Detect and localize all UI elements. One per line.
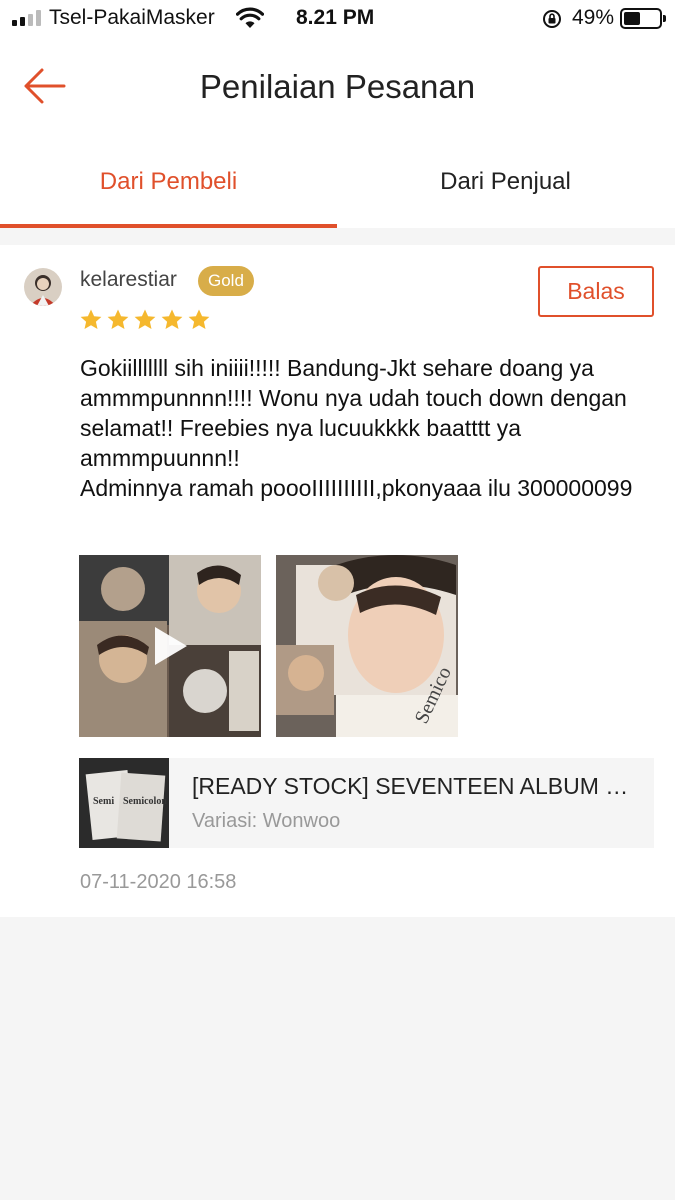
svg-text:Semicolon: Semicolon [123,796,167,807]
tab-dari-penjual[interactable]: Dari Penjual [337,138,674,228]
battery-percent: 49% [572,6,615,29]
tab-label: Dari Penjual [440,168,571,195]
header: Penilaian Pesanan [0,38,675,138]
star-icon [107,309,129,329]
review-date: 07-11-2020 16:58 [80,871,237,893]
review-video-thumbnail[interactable] [79,555,261,737]
tab-dari-pembeli[interactable]: Dari Pembeli [0,138,337,228]
status-time: 8.21 PM [296,6,375,29]
tab-label: Dari Pembeli [99,168,238,195]
reviewer-username: kelarestiar [80,268,177,291]
star-icon [161,309,183,329]
status-bar: Tsel-PakaiMasker 8.21 PM 49% [0,0,675,38]
star-icon [80,309,102,329]
avatar[interactable] [24,268,62,306]
star-icon [134,309,156,329]
product-variant: Variasi: Wonwoo [192,810,341,832]
svg-text:Semi: Semi [93,796,114,807]
review-photo-thumbnail[interactable]: Semico [276,555,458,737]
rotation-lock-icon [543,10,561,28]
battery-icon [620,8,666,29]
product-link[interactable]: Semi Semicolon [READY STOCK] SEVENTEEN A… [79,758,654,848]
star-icon [188,309,210,329]
review-card: kelarestiar Gold Balas Gokiilllllll sih … [0,245,675,917]
product-image: Semi Semicolon [79,758,169,848]
reply-button[interactable]: Balas [538,266,654,317]
review-text: Gokiilllllll sih iniiii!!!!! Bandung-Jkt… [80,355,633,501]
star-rating [79,308,211,332]
review-photo-image: Semico [276,555,458,737]
active-tab-indicator [0,224,337,228]
membership-badge: Gold [198,266,254,296]
page-title: Penilaian Pesanan [199,68,476,105]
tab-bar: Dari Pembeli Dari Penjual [0,138,675,228]
play-icon [155,627,187,665]
product-name: [READY STOCK] SEVENTEEN ALBUM SEMICOLON [192,773,637,799]
carrier-name: Tsel-PakaiMasker [49,6,215,29]
signal-icon [12,10,41,26]
wifi-icon [236,7,264,28]
